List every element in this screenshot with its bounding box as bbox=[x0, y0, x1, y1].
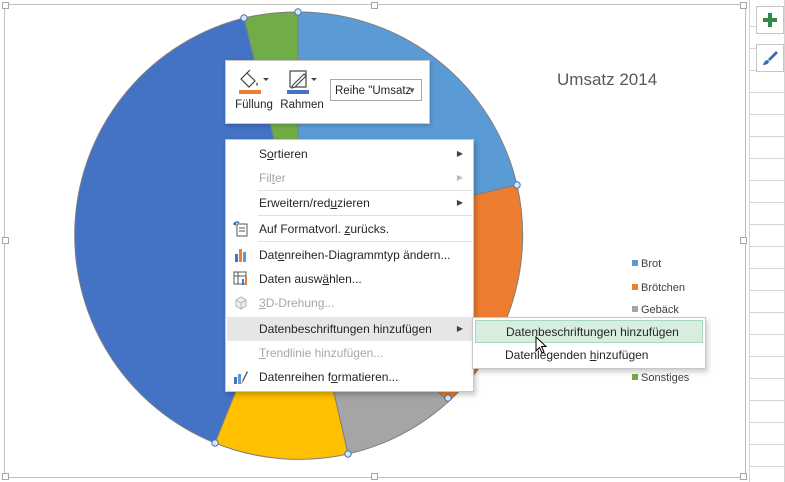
grid-line bbox=[749, 290, 785, 291]
grid-line bbox=[749, 180, 785, 181]
menu-item-change-chart-type[interactable]: Datenreihen-Diagrammtyp ändern... bbox=[227, 243, 472, 267]
plus-icon bbox=[763, 13, 777, 27]
menu-item-add-trendline[interactable]: Trendlinie hinzufügen... bbox=[227, 341, 472, 365]
select-data-icon bbox=[233, 271, 247, 285]
submenu-arrow-icon: ▶ bbox=[456, 198, 463, 207]
data-labels-submenu: Datenbeschriftungen hinzufügen Datenlege… bbox=[472, 317, 706, 369]
menu-item-format-series[interactable]: Datenreihen formatieren... bbox=[227, 365, 472, 389]
grid-line bbox=[749, 400, 785, 401]
worksheet-grid bbox=[749, 0, 785, 482]
legend-item-gebaeck[interactable]: Gebäck bbox=[632, 304, 679, 316]
bar-chart-icon bbox=[235, 249, 246, 262]
format-series-icon bbox=[234, 371, 248, 384]
legend-item-sonstiges[interactable]: Sonstiges bbox=[632, 372, 689, 384]
grid-line bbox=[749, 92, 785, 93]
menu-separator bbox=[258, 215, 472, 216]
mouse-cursor-icon bbox=[535, 336, 548, 354]
legend-item-broetchen[interactable]: Brötchen bbox=[632, 282, 685, 294]
outline-label: Rahmen bbox=[280, 99, 324, 111]
grid-line bbox=[749, 378, 785, 379]
grid-line bbox=[749, 0, 750, 482]
legend-swatch bbox=[632, 260, 638, 266]
menu-item-sortieren[interactable]: Sortieren ▶ bbox=[227, 142, 472, 166]
grid-line bbox=[749, 246, 785, 247]
reset-style-icon bbox=[233, 221, 248, 237]
context-menu: Sortieren ▶ Filter ▶ Erweitern/reduziere… bbox=[225, 139, 474, 392]
menu-item-3d-rotation[interactable]: 3D-Drehung... bbox=[227, 291, 472, 315]
mini-toolbar: Füllung Rahmen Reihe "Umsatz ▼ bbox=[225, 60, 430, 124]
grid-line bbox=[749, 466, 785, 467]
submenu-arrow-icon: ▶ bbox=[456, 149, 463, 158]
menu-item-erweitern-reduzieren[interactable]: Erweitern/reduzieren ▶ bbox=[227, 191, 472, 215]
series-selector-dropdown[interactable]: Reihe "Umsatz ▼ bbox=[330, 79, 422, 101]
grid-line bbox=[749, 356, 785, 357]
legend-label: Gebäck bbox=[641, 304, 679, 316]
menu-item-select-data[interactable]: Daten auswählen... bbox=[227, 267, 472, 291]
menu-item-add-data-labels[interactable]: Datenbeschriftungen hinzufügen ▶ bbox=[227, 317, 472, 341]
chart-styles-button[interactable] bbox=[756, 44, 784, 72]
chevron-down-icon: ▼ bbox=[408, 86, 416, 95]
chart-elements-button[interactable] bbox=[756, 6, 784, 34]
3d-rotation-icon bbox=[235, 296, 247, 310]
submenu-item-add-data-callouts[interactable]: Datenlegenden hinzufügen bbox=[475, 344, 703, 367]
series-selector-value: Reihe "Umsatz bbox=[335, 85, 412, 97]
fill-label: Füllung bbox=[235, 99, 273, 111]
submenu-arrow-icon: ▶ bbox=[456, 173, 463, 182]
legend-label: Brötchen bbox=[641, 282, 686, 294]
menu-item-reset-format[interactable]: Auf Formatvorl. zurücks. bbox=[227, 217, 472, 241]
grid-line bbox=[749, 444, 785, 445]
outline-button[interactable]: Rahmen bbox=[278, 67, 326, 119]
paint-bucket-icon bbox=[239, 69, 269, 94]
submenu-item-add-data-labels[interactable]: Datenbeschriftungen hinzufügen bbox=[475, 320, 703, 343]
grid-line bbox=[749, 202, 785, 203]
grid-line bbox=[749, 422, 785, 423]
fill-button[interactable]: Füllung bbox=[230, 67, 278, 119]
submenu-arrow-icon: ▶ bbox=[456, 324, 463, 333]
menu-separator bbox=[258, 241, 472, 242]
paintbrush-icon bbox=[763, 51, 778, 65]
menu-item-filter[interactable]: Filter ▶ bbox=[227, 166, 472, 190]
grid-line bbox=[749, 312, 785, 313]
legend-item-brot[interactable]: Brot bbox=[632, 258, 661, 270]
legend-swatch bbox=[632, 284, 638, 290]
legend-label: Sonstiges bbox=[641, 372, 690, 384]
pen-outline-icon bbox=[287, 70, 317, 94]
grid-line bbox=[749, 136, 785, 137]
chart-title[interactable]: Umsatz 2014 bbox=[557, 70, 657, 90]
grid-line bbox=[749, 114, 785, 115]
grid-line bbox=[749, 334, 785, 335]
grid-line bbox=[749, 158, 785, 159]
legend-swatch bbox=[632, 374, 638, 380]
legend-swatch bbox=[632, 306, 638, 312]
grid-line bbox=[749, 224, 785, 225]
legend-label: Brot bbox=[641, 258, 662, 270]
grid-line bbox=[749, 268, 785, 269]
